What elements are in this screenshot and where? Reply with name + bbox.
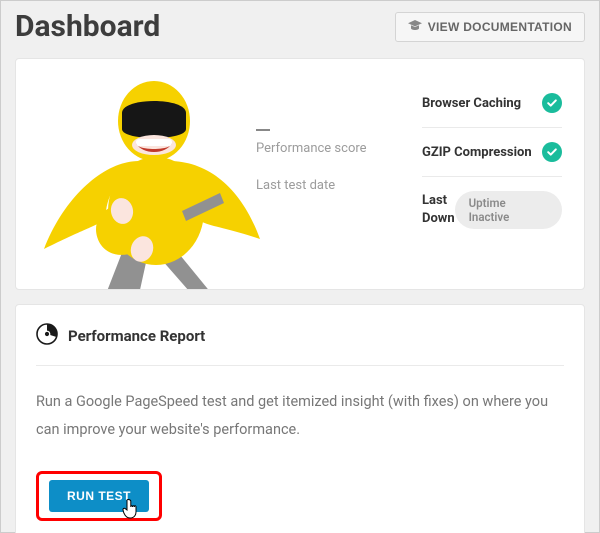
check-row-browser-caching: Browser Caching	[422, 79, 562, 127]
uptime-row: Last Down Uptime Inactive	[422, 177, 562, 229]
uptime-status-pill: Uptime Inactive	[455, 191, 562, 229]
performance-report-panel: Performance Report Run a Google PageSpee…	[15, 304, 585, 533]
page-title: Dashboard	[15, 9, 160, 44]
check-label: GZIP Compression	[422, 145, 532, 160]
view-documentation-button[interactable]: VIEW DOCUMENTATION	[395, 12, 585, 42]
cursor-pointer-icon	[121, 498, 139, 524]
run-test-highlight: RUN TEST	[36, 471, 162, 521]
uptime-label-line1: Last	[422, 192, 455, 210]
score-label: Performance score	[256, 141, 406, 156]
gauge-icon	[36, 323, 58, 349]
mascot-illustration	[16, 59, 256, 289]
doc-button-label: VIEW DOCUMENTATION	[428, 20, 572, 34]
graduation-cap-icon	[408, 20, 422, 34]
status-panel: Performance score Last test date Browser…	[15, 58, 585, 290]
check-row-gzip-compression: GZIP Compression	[422, 128, 562, 176]
uptime-label-line2: Down	[422, 210, 455, 228]
performance-score-block: Performance score Last test date	[256, 59, 406, 289]
check-label: Browser Caching	[422, 96, 521, 111]
last-test-date-label: Last test date	[256, 178, 406, 193]
check-ok-icon	[542, 93, 562, 113]
performance-report-description: Run a Google PageSpeed test and get item…	[36, 388, 564, 443]
check-ok-icon	[542, 142, 562, 162]
performance-report-title: Performance Report	[68, 327, 205, 345]
